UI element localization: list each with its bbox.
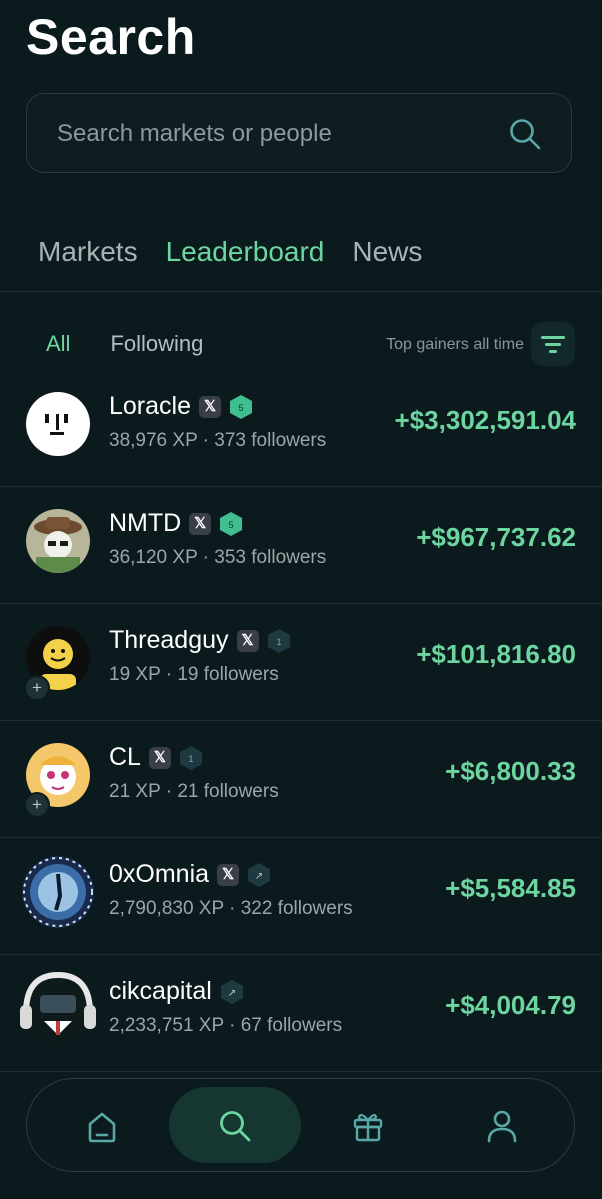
svg-text:1: 1 [188,754,193,764]
followers-count: 67 followers [240,1015,343,1036]
profit-value: +$967,737.62 [416,522,576,552]
filter-all[interactable]: All [46,331,70,357]
meta-separator: · [197,547,215,568]
leaderboard-row[interactable]: Loracle 𝕏 5 38,976 XP · 373 followers +$… [0,370,602,487]
avatar[interactable] [14,965,102,1053]
tab-news[interactable]: News [352,236,422,268]
profit-value: +$6,800.33 [445,756,576,786]
svg-text:5: 5 [229,520,234,530]
meta-separator: · [160,781,178,802]
x-icon[interactable]: 𝕏 [199,395,221,418]
tabs-divider [0,291,602,292]
filter-following[interactable]: Following [110,331,203,357]
followers-count: 21 followers [177,781,279,802]
followers-count: 19 followers [177,664,279,685]
xp-value: 38,976 XP [109,430,198,451]
level-badge-icon: 1 [267,628,290,653]
xp-value: 2,790,830 XP [109,898,224,919]
svg-text:5: 5 [238,403,243,413]
meta-separator: · [223,1015,241,1036]
tab-markets[interactable]: Markets [38,236,138,268]
bottom-nav [26,1078,575,1172]
x-icon[interactable]: 𝕏 [148,746,171,769]
level-badge-icon: ↗ [248,862,271,887]
profit-value: +$3,302,591.04 [394,405,576,435]
level-badge-icon: 1 [179,745,202,770]
svg-text:1: 1 [276,637,281,647]
level-badge-icon: 5 [220,511,243,536]
meta-separator: · [223,898,241,919]
nav-home[interactable] [82,1106,122,1146]
x-icon[interactable]: 𝕏 [236,629,259,652]
home-icon [88,1112,116,1143]
user-meta: 36,120 XP · 353 followers [109,547,326,569]
level-badge-icon: 5 [230,394,252,419]
x-icon[interactable]: 𝕏 [189,512,212,535]
followers-count: 353 followers [214,547,327,568]
tab-leaderboard[interactable]: Leaderboard [166,236,325,268]
xp-value: 19 XP [109,664,161,685]
follow-button[interactable]: + [24,675,50,701]
leaderboard-row[interactable]: NMTD 𝕏 5 36,120 XP · 353 followers +$967… [0,487,602,604]
avatar[interactable] [26,509,90,573]
user-name[interactable]: Threadguy [109,626,229,655]
xp-value: 36,120 XP [109,547,198,568]
svg-text:↗: ↗ [228,988,236,999]
profit-value: +$4,004.79 [445,990,576,1020]
xp-value: 2,233,751 XP [109,1015,224,1036]
followers-count: 322 followers [240,898,353,919]
followers-count: 373 followers [214,430,327,451]
user-meta: 21 XP · 21 followers [109,781,279,803]
sort-label[interactable]: Top gainers all time [386,336,524,354]
leaderboard-row[interactable]: + Threadguy 𝕏 1 19 XP · 19 followers +$1… [0,604,602,721]
user-meta: 19 XP · 19 followers [109,664,279,686]
profit-value: +$5,584.85 [445,873,576,903]
user-meta: 2,233,751 XP · 67 followers [109,1015,342,1037]
filter-icon-line-3 [549,350,557,353]
meta-separator: · [197,430,215,451]
user-name[interactable]: cikcapital [109,977,212,1006]
follow-button[interactable]: + [24,792,50,818]
xp-value: 21 XP [109,781,161,802]
page-title: Search [26,9,196,65]
search-bar[interactable] [26,93,572,173]
user-meta: 2,790,830 XP · 322 followers [109,898,353,920]
svg-text:↗: ↗ [255,871,263,882]
user-name[interactable]: 0xOmnia [109,860,209,889]
user-icon [487,1110,517,1143]
search-icon[interactable] [507,116,543,152]
meta-separator: · [160,664,178,685]
leaderboard-row[interactable]: + CL 𝕏 1 21 XP · 21 followers +$6,800.33 [0,721,602,838]
x-icon[interactable]: 𝕏 [217,863,240,886]
filter-icon-line-2 [545,343,561,346]
row-divider [0,1071,602,1072]
user-meta: 38,976 XP · 373 followers [109,430,326,452]
leaderboard-row[interactable]: 0xOmnia 𝕏 ↗ 2,790,830 XP · 322 followers… [0,838,602,955]
profit-value: +$101,816.80 [416,639,576,669]
search-icon [220,1111,251,1142]
user-name[interactable]: NMTD [109,509,181,538]
nav-search[interactable] [215,1106,255,1146]
leaderboard-filters: All Following [46,331,203,357]
level-badge-icon: ↗ [220,979,243,1004]
user-name[interactable]: Loracle [109,392,191,421]
search-input[interactable] [55,116,489,152]
leaderboard-row[interactable]: cikcapital ↗ 2,233,751 XP · 67 followers… [0,955,602,1072]
nav-profile[interactable] [482,1106,522,1146]
avatar[interactable] [22,856,94,928]
sort-filter-button[interactable] [531,322,575,366]
avatar[interactable] [26,392,90,456]
filter-icon [541,336,565,339]
gift-icon [353,1113,383,1142]
main-tabs: Markets Leaderboard News [38,236,422,268]
nav-rewards[interactable] [348,1106,388,1146]
user-name[interactable]: CL [109,743,141,772]
